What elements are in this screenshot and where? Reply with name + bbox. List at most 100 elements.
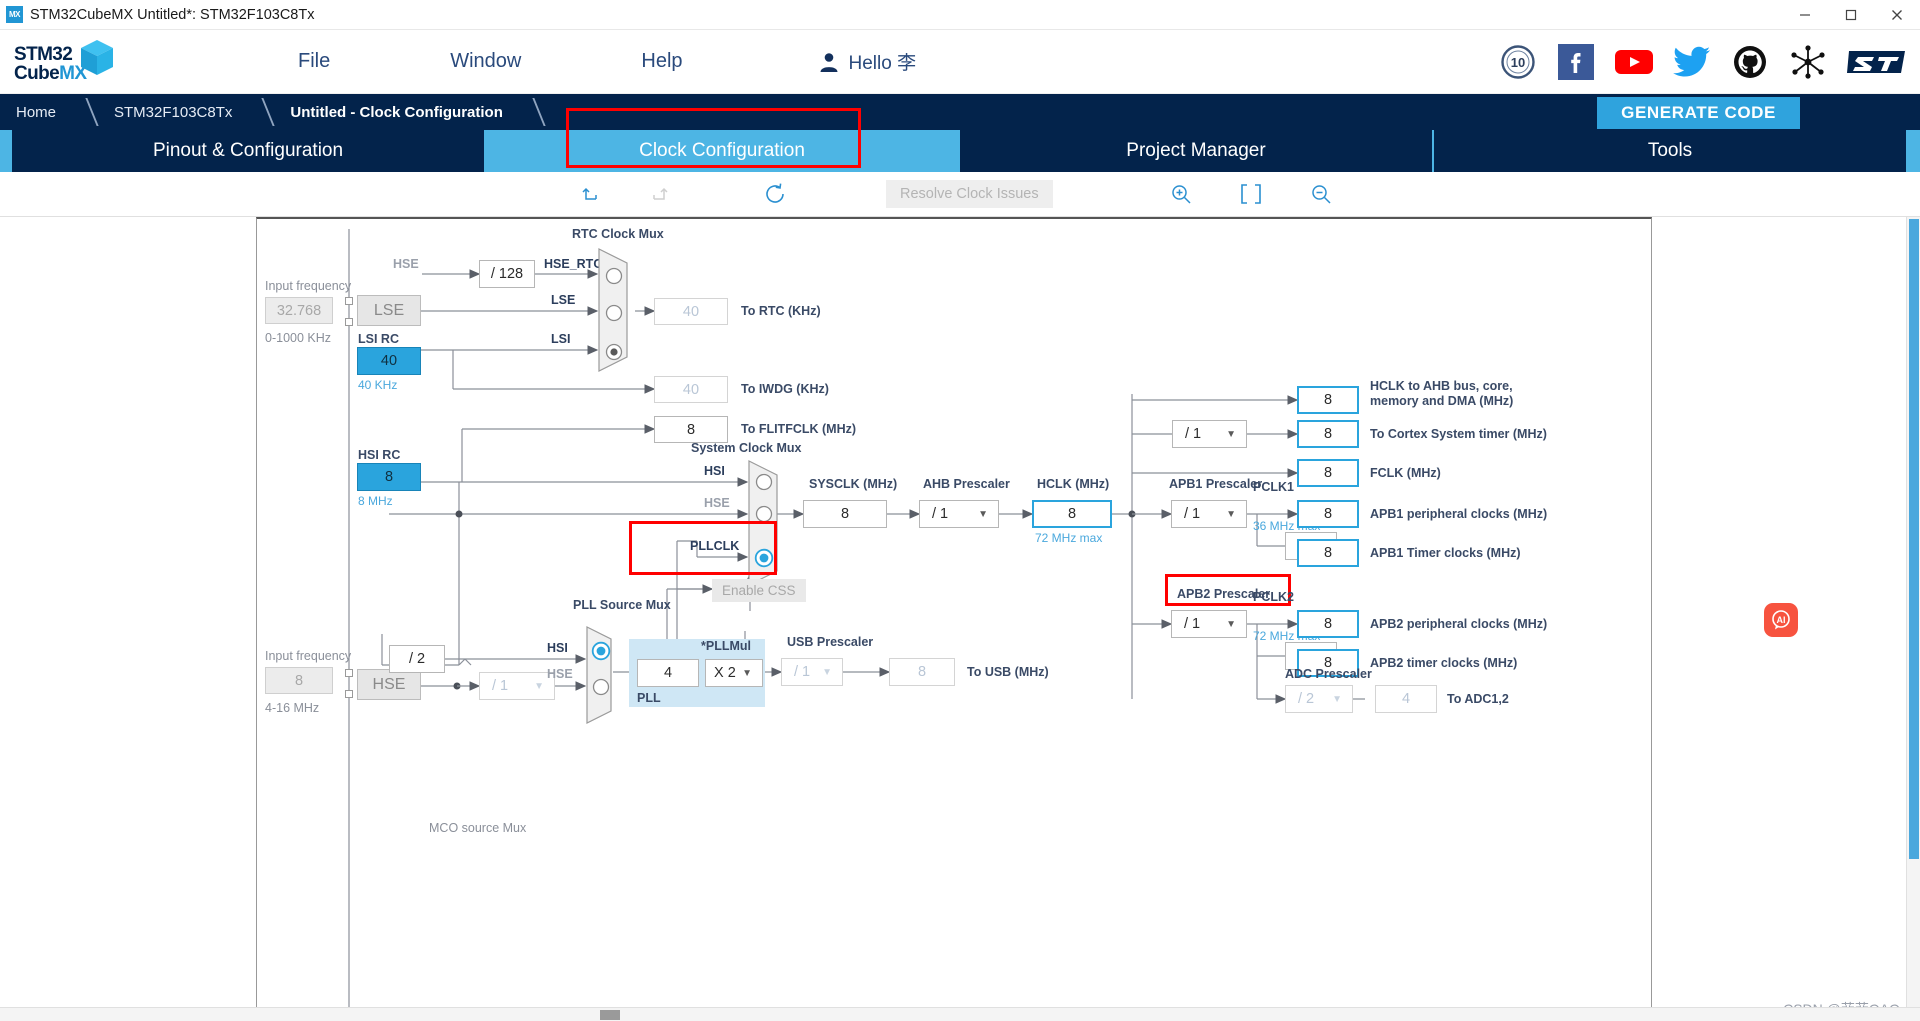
ten-years-badge-icon[interactable]: 10 [1498, 42, 1538, 82]
apb2-peripheral-label: APB2 peripheral clocks (MHz) [1370, 617, 1548, 631]
cortex-systick-prescaler-select[interactable]: / 1 ▼ [1172, 420, 1247, 448]
to-iwdg-label: To IWDG (KHz) [741, 382, 829, 396]
maximize-button[interactable] [1828, 0, 1874, 30]
to-flitfclk-label: To FLITFCLK (MHz) [741, 422, 857, 436]
hse-prescaler-value: / 1 [492, 678, 509, 694]
undo-icon[interactable] [578, 181, 604, 207]
pllmul-select[interactable]: X 2 ▼ [705, 659, 763, 687]
github-icon[interactable] [1730, 42, 1770, 82]
stm32cubemx-logo: STM32 CubeMX [8, 34, 118, 90]
breadcrumb-item-device[interactable]: STM32F103C8Tx [98, 94, 274, 130]
pclk1-label: PCLK1 [1253, 480, 1294, 494]
horizontal-scrollbar-thumb[interactable] [600, 1010, 620, 1020]
pllsrc-hsi-port-label: HSI [547, 641, 568, 655]
lsi-rc-label: LSI RC [358, 332, 399, 346]
svg-text:10: 10 [1511, 55, 1525, 70]
lse-pin-top [345, 297, 353, 305]
apb1-prescaler-value: / 1 [1184, 506, 1201, 522]
to-flitfclk-value: 8 [654, 416, 728, 443]
vertical-scrollbar[interactable] [1906, 217, 1920, 1021]
main-menubar: STM32 CubeMX File Window Help Hello 李 10 [0, 30, 1920, 94]
facebook-icon[interactable] [1556, 42, 1596, 82]
lse-oscillator-box[interactable]: LSE [357, 295, 421, 326]
sysmux-hse-port-label: HSE [704, 496, 730, 510]
apb1-prescaler-label: APB1 Prescaler [1169, 477, 1263, 491]
rtc-mux-lse-port-label: LSE [551, 293, 576, 307]
redo-icon[interactable] [646, 181, 672, 207]
menu-item-window[interactable]: Window [390, 50, 581, 73]
apb1-peripheral-value: 8 [1297, 500, 1359, 528]
generate-code-button[interactable]: GENERATE CODE [1597, 97, 1800, 129]
sysmux-pllclk-port-label: PLLCLK [690, 539, 740, 553]
cortex-systick-value: 8 [1297, 420, 1359, 448]
usb-prescaler-value: / 1 [794, 664, 811, 680]
close-button[interactable] [1874, 0, 1920, 30]
user-greeting[interactable]: Hello 李 [818, 48, 916, 75]
hclk-label: HCLK (MHz) [1037, 477, 1110, 491]
logo-cube-text: Cube [14, 62, 60, 84]
chevron-down-icon: ▼ [1332, 693, 1342, 705]
ai-chat-icon: AI [1772, 610, 1790, 630]
system-clock-mux-label: System Clock Mux [691, 441, 802, 455]
breadcrumb-item-current[interactable]: Untitled - Clock Configuration [274, 94, 544, 130]
resolve-clock-issues-button[interactable]: Resolve Clock Issues [886, 180, 1053, 208]
logo-line-2: CubeMX [14, 62, 87, 85]
hsi-value-field[interactable]: 8 [357, 463, 421, 491]
pllmul-value: X 2 [714, 665, 736, 681]
community-hub-icon[interactable] [1788, 42, 1828, 82]
adc-prescaler-label: ADC Prescaler [1285, 667, 1372, 681]
chevron-down-icon: ▼ [1226, 508, 1236, 520]
zoom-in-icon[interactable] [1168, 181, 1194, 207]
apb1-prescaler-select[interactable]: / 1 ▼ [1171, 500, 1247, 528]
twitter-icon[interactable] [1672, 42, 1712, 82]
reset-icon[interactable] [762, 181, 788, 207]
ai-assistant-button[interactable]: AI [1764, 603, 1798, 637]
clock-diagram-canvas[interactable]: Input frequency 32.768 0-1000 KHz LSE LS… [256, 217, 1652, 1017]
main-tabs: Pinout & Configuration Clock Configurati… [0, 108, 1920, 172]
lse-input-frequency-field[interactable]: 32.768 [265, 297, 333, 324]
menu-item-help[interactable]: Help [581, 50, 742, 73]
lsi-value-field[interactable]: 40 [357, 347, 421, 375]
horizontal-scrollbar[interactable] [0, 1007, 1920, 1021]
hse-prescaler-select[interactable]: / 1 ▼ [479, 672, 555, 700]
chevron-down-icon: ▼ [1226, 428, 1236, 440]
hclk-ahb-bus-label: HCLK to AHB bus, core, memory and DMA (M… [1370, 379, 1514, 408]
vertical-scrollbar-thumb[interactable] [1909, 219, 1919, 859]
pll-input-value: 4 [637, 659, 699, 687]
hse-pin-top [345, 669, 353, 677]
sysclk-value-field[interactable]: 8 [803, 500, 887, 528]
hsi-unit-label: 8 MHz [358, 494, 393, 508]
chevron-down-icon: ▼ [534, 680, 544, 692]
hse-input-frequency-field[interactable]: 8 [265, 667, 333, 694]
breadcrumb-item-home[interactable]: Home [0, 94, 98, 130]
st-logo-icon[interactable] [1846, 42, 1908, 82]
usb-prescaler-label: USB Prescaler [787, 635, 874, 649]
fit-to-screen-icon[interactable] [1238, 181, 1264, 207]
apb1-peripheral-label: APB1 peripheral clocks (MHz) [1370, 507, 1548, 521]
tab-project-manager[interactable]: Project Manager [960, 130, 1432, 172]
breadcrumb-separator-icon [519, 94, 545, 130]
lsi-unit-label: 40 KHz [358, 378, 398, 392]
pll-source-mux-label: PLL Source Mux [573, 598, 671, 612]
chevron-down-icon: ▼ [978, 508, 988, 520]
usb-prescaler-select[interactable]: / 1 ▼ [781, 658, 843, 686]
tab-tools[interactable]: Tools [1434, 130, 1906, 172]
zoom-out-icon[interactable] [1308, 181, 1334, 207]
adc-output-value: 4 [1375, 685, 1437, 713]
hse-oscillator-box[interactable]: HSE [357, 669, 421, 700]
minimize-button[interactable] [1782, 0, 1828, 30]
enable-css-button[interactable]: Enable CSS [712, 579, 806, 602]
cortex-systick-prescaler-value: / 1 [1185, 426, 1202, 442]
menu-item-list: File Window Help [238, 50, 743, 73]
mco-source-mux-label: MCO source Mux [429, 821, 527, 835]
social-links: 10 [1498, 42, 1908, 82]
youtube-icon[interactable] [1614, 42, 1654, 82]
apb2-prescaler-select[interactable]: / 1 ▼ [1171, 610, 1247, 638]
adc-prescaler-select[interactable]: / 2 ▼ [1285, 685, 1353, 713]
tab-pinout-configuration[interactable]: Pinout & Configuration [12, 130, 484, 172]
ahb-prescaler-select[interactable]: / 1 ▼ [919, 500, 999, 528]
tab-clock-configuration[interactable]: Clock Configuration [486, 130, 958, 172]
hclk-value-field[interactable]: 8 [1032, 500, 1112, 528]
usb-output-value: 8 [889, 658, 955, 686]
menu-item-file[interactable]: File [238, 50, 390, 73]
